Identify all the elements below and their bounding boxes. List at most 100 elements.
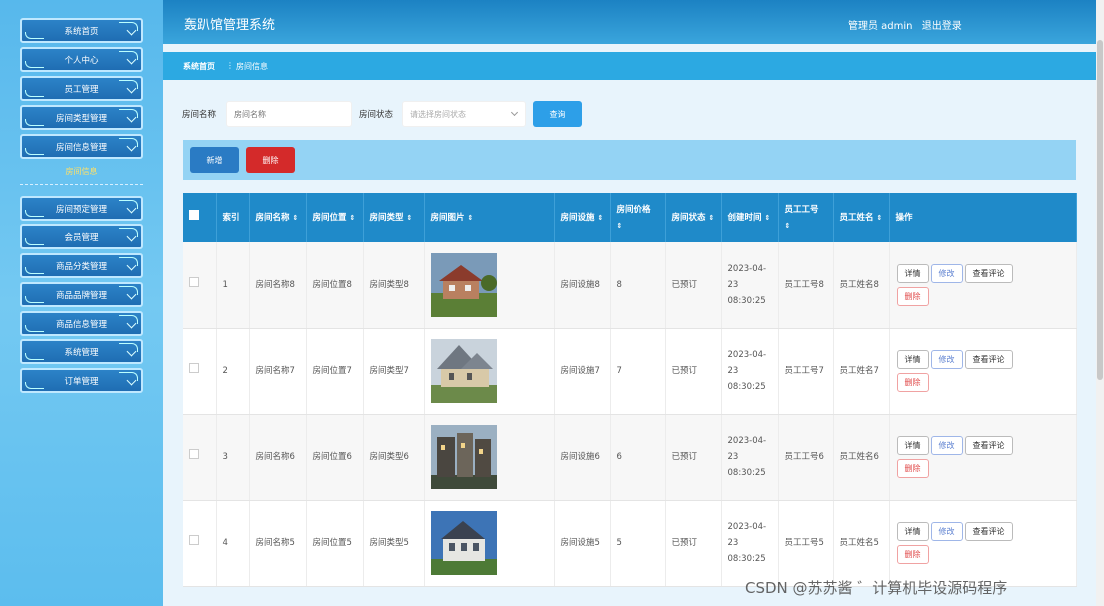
- row-checkbox[interactable]: [189, 535, 199, 545]
- detail-button[interactable]: 详情: [896, 436, 929, 455]
- row-checkbox[interactable]: [189, 449, 199, 459]
- sidebar-item-profile[interactable]: 个人中心: [20, 47, 143, 72]
- view-comments-button[interactable]: 查看评论: [964, 436, 1013, 455]
- sort-icon[interactable]: ⇕: [617, 222, 623, 230]
- sidebar-item-booking[interactable]: 房间预定管理: [20, 196, 143, 221]
- column-header[interactable]: 员工姓名 ⇕: [833, 193, 890, 242]
- app-title: 轰趴馆管理系统: [184, 18, 276, 33]
- sidebar-item-label: 个人中心: [64, 55, 99, 66]
- sidebar-item-home[interactable]: 系统首页: [20, 18, 143, 43]
- sidebar-item-label: 系统首页: [64, 26, 99, 37]
- column-header[interactable]: 房间位置 ⇕: [306, 193, 364, 242]
- sort-icon[interactable]: ⇕: [764, 214, 770, 222]
- detail-button[interactable]: 详情: [896, 350, 929, 369]
- sort-icon[interactable]: ⇕: [349, 214, 355, 222]
- sort-icon[interactable]: ⇕: [597, 214, 603, 222]
- sort-icon[interactable]: ⇕: [876, 214, 882, 222]
- sidebar-item-room-info[interactable]: 房间信息管理: [20, 134, 143, 159]
- column-header[interactable]: 员工工号 ⇕: [778, 193, 834, 242]
- breadcrumb-separator: ⋮: [226, 61, 234, 70]
- detail-button[interactable]: 详情: [896, 263, 929, 283]
- table-cell: 员工工号8: [778, 242, 834, 329]
- select-all-checkbox[interactable]: [189, 209, 199, 220]
- table-cell: 房间位置8: [306, 242, 364, 329]
- table-cell: 员工工号5: [778, 500, 834, 587]
- column-header[interactable]: 房间类型 ⇕: [363, 193, 425, 242]
- row-checkbox[interactable]: [189, 363, 199, 373]
- column-header: 索引: [216, 193, 250, 242]
- room-image: [430, 511, 497, 575]
- sidebar-item-system[interactable]: 系统管理: [20, 339, 143, 364]
- column-label: 房间图片: [430, 212, 465, 223]
- sort-icon[interactable]: ⇕: [785, 222, 791, 230]
- row-select-cell[interactable]: [183, 414, 217, 501]
- logout-link[interactable]: 退出登录: [922, 21, 962, 32]
- chevron-down-icon: [126, 112, 137, 123]
- query-button[interactable]: 查询: [533, 101, 582, 127]
- row-select-cell[interactable]: [183, 242, 217, 329]
- row-delete-button[interactable]: 删除: [896, 286, 929, 306]
- user-label: 管理员 admin: [848, 21, 913, 32]
- sidebar-item-members[interactable]: 会员管理: [20, 224, 143, 249]
- sort-icon[interactable]: ⇕: [708, 214, 714, 222]
- top-header: 轰趴馆管理系统 管理员 admin 退出登录: [163, 0, 1096, 44]
- room-table: 索引 房间名称 ⇕ 房间位置 ⇕ 房间类型 ⇕ 房间图片 ⇕ 房间设施 ⇕ 房间…: [183, 193, 1077, 587]
- view-comments-button[interactable]: 查看评论: [964, 522, 1013, 541]
- column-header[interactable]: 房间设施 ⇕: [554, 193, 611, 242]
- row-delete-button[interactable]: 删除: [896, 373, 929, 392]
- sidebar-item-label: 房间信息管理: [55, 142, 107, 153]
- room-image: [430, 425, 497, 489]
- row-checkbox[interactable]: [189, 276, 199, 287]
- sidebar-item-staff[interactable]: 员工管理: [20, 76, 143, 101]
- edit-button[interactable]: 修改: [930, 522, 963, 541]
- sidebar-item-goods-category[interactable]: 商品分类管理: [20, 253, 143, 278]
- sidebar-item-room-type[interactable]: 房间类型管理: [20, 105, 143, 130]
- edit-button[interactable]: 修改: [930, 263, 963, 283]
- table-row: 3 房间名称6 房间位置6 房间类型6 房间设施6 6 已预订 2023-04-…: [183, 414, 1077, 501]
- edit-button[interactable]: 修改: [930, 436, 963, 455]
- detail-button[interactable]: 详情: [896, 522, 929, 541]
- column-header[interactable]: 房间价格 ⇕: [610, 193, 666, 242]
- chevron-down-icon: [126, 318, 137, 329]
- row-delete-button[interactable]: 删除: [896, 459, 929, 478]
- sidebar-divider: [20, 184, 143, 185]
- vertical-scrollbar[interactable]: [1096, 0, 1104, 606]
- table-cell: 员工姓名8: [833, 242, 890, 329]
- room-name-label: 房间名称: [182, 110, 217, 120]
- table-cell: 房间类型5: [363, 500, 425, 587]
- watermark: CSDN @苏苏酱 ゛计算机毕设源码程序: [745, 579, 1008, 597]
- chevron-down-icon: [126, 141, 137, 152]
- sidebar-item-goods-brand[interactable]: 商品品牌管理: [20, 282, 143, 307]
- column-header[interactable]: 房间状态 ⇕: [665, 193, 722, 242]
- sort-icon[interactable]: ⇕: [292, 214, 298, 222]
- edit-button[interactable]: 修改: [930, 350, 963, 369]
- sidebar-item-label: 房间类型管理: [55, 113, 107, 124]
- add-button[interactable]: 新增: [190, 147, 239, 173]
- row-select-cell[interactable]: [183, 328, 217, 415]
- row-select-cell[interactable]: [183, 500, 217, 587]
- chevron-down-icon: [126, 203, 137, 214]
- column-header[interactable]: 房间图片 ⇕: [424, 193, 555, 242]
- column-header[interactable]: 创建时间 ⇕: [721, 193, 779, 242]
- table-cell: 房间类型8: [363, 242, 425, 329]
- sidebar: 系统首页 个人中心 员工管理 房间类型管理 房间信息管理 房间信息 房间预定管理…: [0, 0, 163, 606]
- delete-button[interactable]: 删除: [246, 147, 295, 173]
- column-header[interactable]: 房间名称 ⇕: [249, 193, 307, 242]
- sort-icon[interactable]: ⇕: [406, 214, 412, 222]
- scrollbar-thumb[interactable]: [1097, 40, 1103, 380]
- select-all-cell[interactable]: [183, 193, 217, 242]
- view-comments-button[interactable]: 查看评论: [964, 350, 1013, 369]
- room-image-cell: [424, 500, 555, 587]
- column-label: 索引: [222, 212, 240, 223]
- sidebar-subitem-room-info[interactable]: 房间信息: [20, 166, 143, 177]
- view-comments-button[interactable]: 查看评论: [964, 263, 1013, 283]
- sort-icon[interactable]: ⇕: [467, 214, 473, 222]
- breadcrumb-home[interactable]: 系统首页: [183, 61, 215, 72]
- sidebar-item-label: 商品信息管理: [55, 319, 107, 330]
- row-delete-button[interactable]: 删除: [896, 545, 929, 564]
- sidebar-item-orders[interactable]: 订单管理: [20, 368, 143, 393]
- sidebar-item-goods-info[interactable]: 商品信息管理: [20, 311, 143, 336]
- chevron-down-icon: [126, 231, 137, 242]
- room-name-input[interactable]: [226, 101, 352, 127]
- room-status-select[interactable]: 请选择房间状态: [402, 101, 526, 127]
